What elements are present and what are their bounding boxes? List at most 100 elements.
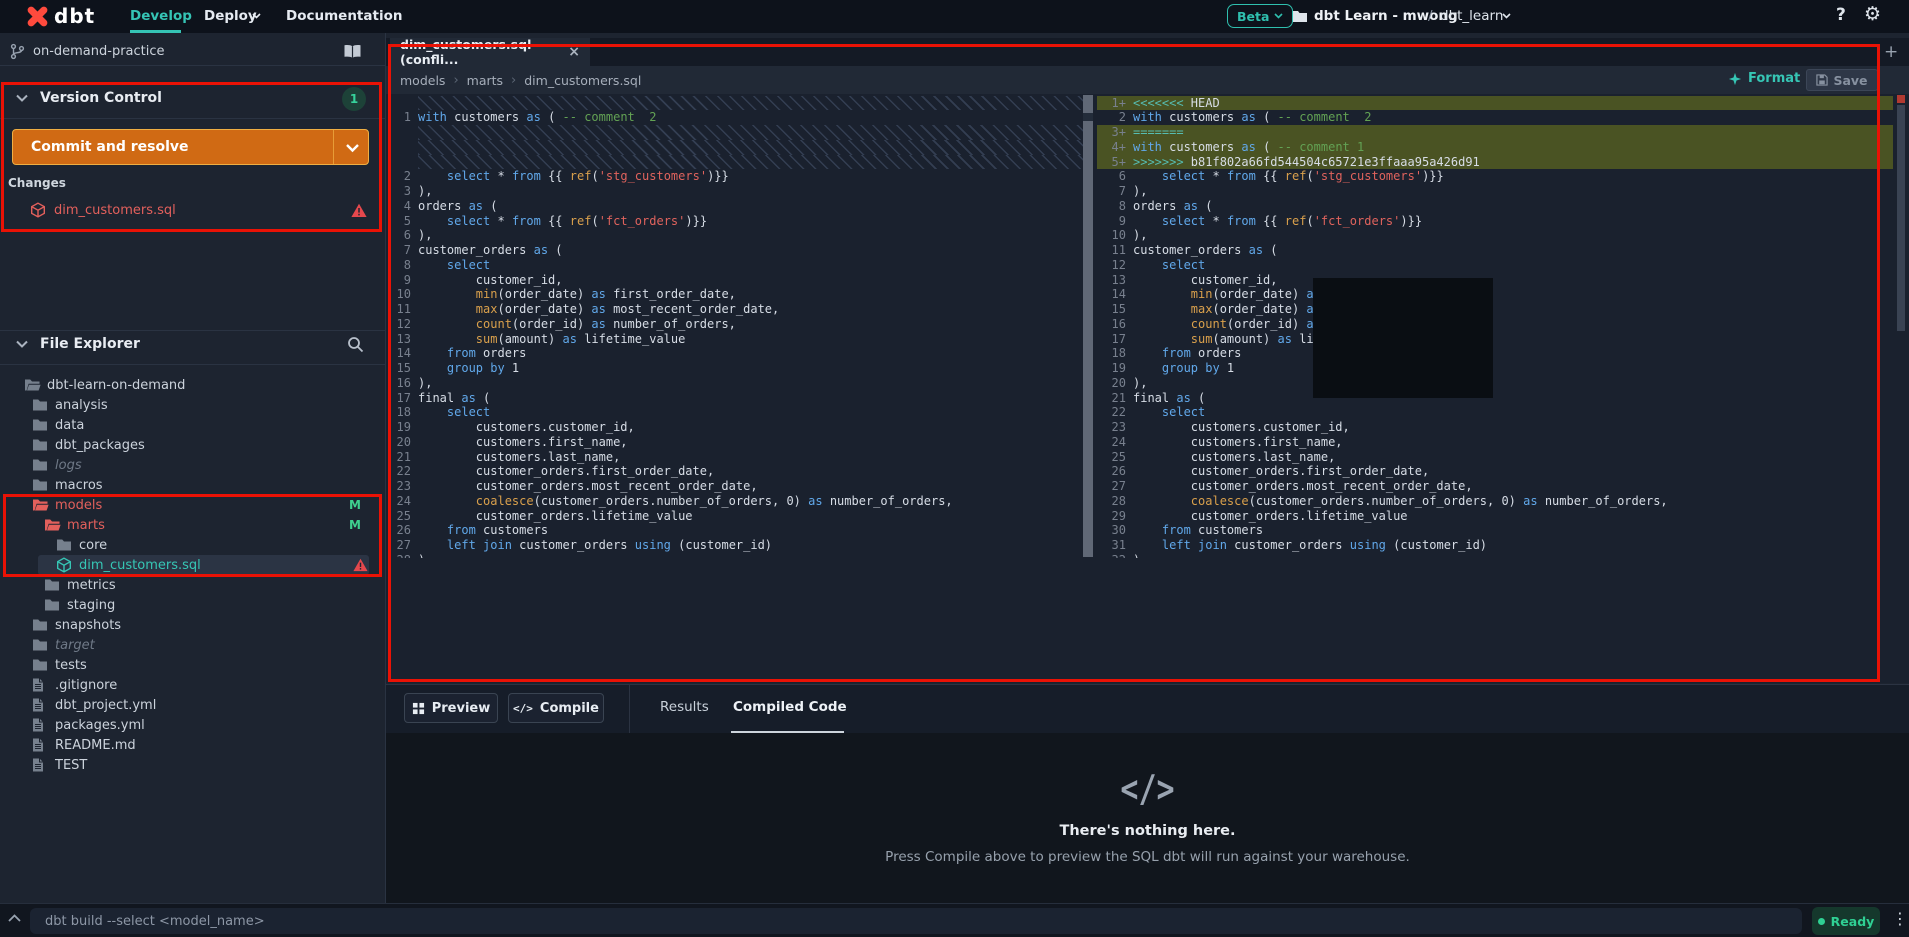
- commit-and-resolve-button[interactable]: Commit and resolve: [12, 129, 369, 165]
- file-tree-item-packages-yml[interactable]: packages.yml: [0, 715, 385, 735]
- line-number: 16: [1111, 316, 1126, 331]
- file-tree-item-dbt-learn-on-demand[interactable]: dbt-learn-on-demand: [0, 375, 385, 395]
- beta-label: Beta: [1237, 8, 1270, 24]
- file-tree-item-snapshots[interactable]: snapshots: [0, 615, 385, 635]
- changed-file-name: dim_customers.sql: [54, 202, 176, 218]
- nav-documentation[interactable]: Documentation: [286, 8, 402, 24]
- code-pane-left[interactable]: 1 with customers as ( -- comment 2 2 selec…: [386, 94, 1083, 558]
- file-tree-label: marts: [67, 517, 105, 533]
- file-tree-label: logs: [55, 457, 82, 473]
- compile-button[interactable]: </> Compile: [508, 693, 604, 723]
- code-line: 23 customers.customer_id,: [1097, 420, 1893, 435]
- format-button[interactable]: Format: [1728, 71, 1800, 86]
- close-icon[interactable]: ×: [568, 44, 580, 60]
- file-tree-label: TEST: [55, 757, 88, 773]
- file-tree-item-test[interactable]: TEST: [0, 755, 385, 775]
- file-tree-item-marts[interactable]: marts M: [0, 515, 385, 535]
- tab-results[interactable]: Results: [660, 699, 709, 715]
- file-tree-label: dim_customers.sql: [79, 557, 201, 573]
- tab-dim-customers[interactable]: dim_customers.sql (confli... ×: [390, 37, 590, 67]
- file-tree-item-data[interactable]: data: [0, 415, 385, 435]
- tab-compiled-code[interactable]: Compiled Code: [733, 699, 847, 715]
- file-tree-item-dbt-project-yml[interactable]: dbt_project.yml: [0, 695, 385, 715]
- breadcrumb-item[interactable]: marts: [467, 73, 503, 88]
- file-tree-item-analysis[interactable]: analysis: [0, 395, 385, 415]
- git-branch-icon: [10, 43, 25, 60]
- save-button[interactable]: Save: [1806, 69, 1878, 91]
- preview-button[interactable]: Preview: [404, 693, 498, 723]
- line-number: 27: [396, 538, 411, 552]
- left-pane-scrollbar[interactable]: [1083, 95, 1093, 557]
- code-icon: </>: [513, 701, 533, 715]
- beta-button[interactable]: Beta: [1227, 4, 1294, 28]
- dbt-logo-icon[interactable]: [26, 5, 49, 28]
- file-tree-item-dim-customers-sql[interactable]: dim_customers.sql: [0, 555, 385, 575]
- code-line: 10 min(order_date) as first_order_date,: [386, 287, 1083, 302]
- line-number: 24: [396, 493, 411, 508]
- file-tree-item-readme-md[interactable]: README.md: [0, 735, 385, 755]
- code-line: 16),: [386, 376, 1083, 391]
- warning-icon: [353, 558, 368, 572]
- code-line: 11 customer_orders as (: [1097, 243, 1893, 258]
- line-number: 21: [396, 449, 411, 464]
- help-icon[interactable]: ?: [1836, 5, 1846, 25]
- scrollbar-thumb[interactable]: [1897, 105, 1905, 331]
- version-control-title[interactable]: Version Control: [40, 90, 162, 106]
- model-cube-icon: [56, 557, 73, 573]
- line-number: 15: [1111, 302, 1126, 316]
- version-control-chevron-down-icon[interactable]: [16, 94, 28, 102]
- code-pane-right[interactable]: 1+ <<<<<<< HEAD 2 with customers as ( -- co…: [1097, 94, 1893, 558]
- file-tree-item-tests[interactable]: tests: [0, 655, 385, 675]
- line-number: 18: [396, 405, 411, 420]
- breadcrumb-item[interactable]: models: [400, 73, 445, 88]
- line-number: [386, 96, 418, 111]
- chevron-up-icon[interactable]: [8, 914, 21, 922]
- line-number: 19: [396, 420, 411, 434]
- code-line: 22 customer_orders.first_order_date,: [386, 464, 1083, 479]
- file-tree-item--gitignore[interactable]: .gitignore: [0, 675, 385, 695]
- code-line: 2 with customers as ( -- comment 2: [1097, 110, 1893, 125]
- code-line: 14 min(order_date) as first_order_date,: [1097, 287, 1893, 302]
- file-tree-item-target[interactable]: target: [0, 635, 385, 655]
- file-tree-item-logs[interactable]: logs: [0, 455, 385, 475]
- environment-name[interactable]: dbt_learn: [1440, 8, 1503, 24]
- file-tree-item-dbt-packages[interactable]: dbt_packages: [0, 435, 385, 455]
- breadcrumb-separator: ›: [453, 72, 459, 88]
- nav-deploy[interactable]: Deploy: [204, 8, 257, 24]
- warning-icon: [351, 203, 367, 218]
- model-cube-icon: [30, 202, 46, 218]
- command-input[interactable]: [30, 908, 1802, 934]
- commit-chevron-down-icon[interactable]: [345, 143, 360, 153]
- nav-develop[interactable]: Develop: [130, 8, 192, 24]
- environment-chevron-down-icon[interactable]: [1502, 13, 1511, 19]
- deploy-chevron-down-icon[interactable]: [252, 13, 261, 19]
- project-name[interactable]: dbt Learn - mwong: [1314, 8, 1458, 24]
- file-tree-label: models: [55, 497, 103, 513]
- code-line: 11 max(order_date) as most_recent_order_…: [386, 302, 1083, 317]
- changed-file-row[interactable]: dim_customers.sql: [0, 198, 385, 222]
- file-tree-item-core[interactable]: core: [0, 535, 385, 555]
- file-explorer-chevron-down-icon[interactable]: [16, 340, 28, 348]
- folder-icon: [32, 457, 49, 473]
- docs-book-icon[interactable]: [342, 44, 363, 59]
- code-line: 2 select * from {{ ref('stg_customers')}…: [386, 169, 1083, 184]
- line-number: 19: [1111, 361, 1126, 375]
- file-tree-item-models[interactable]: models M: [0, 495, 385, 515]
- folder-icon: [32, 437, 49, 453]
- add-tab-icon[interactable]: +: [1884, 42, 1898, 62]
- kebab-menu-icon[interactable]: ⋮: [1892, 909, 1908, 928]
- search-icon[interactable]: [347, 336, 364, 353]
- folder-icon: [32, 657, 49, 673]
- branch-selector[interactable]: on-demand-practice: [0, 38, 385, 66]
- code-editor[interactable]: 1 with customers as ( -- comment 2 2 selec…: [386, 94, 1909, 683]
- file-tree-item-staging[interactable]: staging: [0, 595, 385, 615]
- breadcrumb-item[interactable]: dim_customers.sql: [524, 73, 641, 88]
- file-tree-item-macros[interactable]: macros: [0, 475, 385, 495]
- right-pane-scrollbar[interactable]: [1897, 95, 1905, 557]
- breadcrumb: models › marts › dim_customers.sql: [386, 66, 1909, 94]
- file-explorer-title[interactable]: File Explorer: [40, 336, 140, 352]
- file-tree-item-metrics[interactable]: metrics: [0, 575, 385, 595]
- line-number: 12: [396, 316, 411, 331]
- gear-icon[interactable]: ⚙: [1864, 3, 1881, 25]
- modified-badge: M: [349, 518, 361, 532]
